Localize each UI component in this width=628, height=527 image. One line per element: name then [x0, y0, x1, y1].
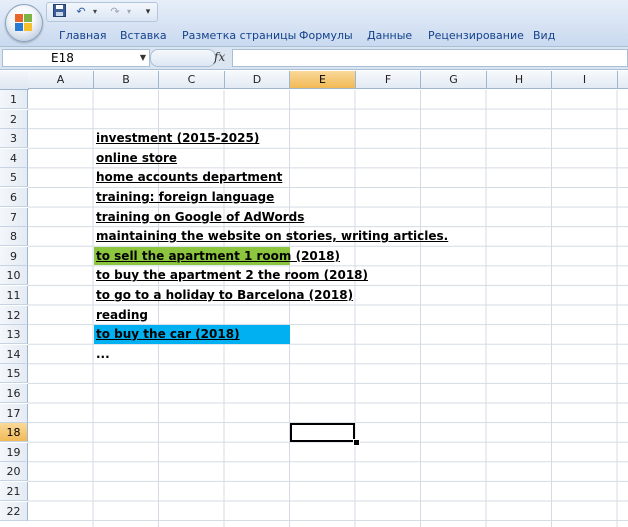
- column-header-h[interactable]: H: [487, 71, 552, 89]
- row-header[interactable]: 20: [0, 462, 28, 482]
- column-header-d[interactable]: D: [225, 71, 290, 89]
- cell-b3[interactable]: investment (2015-2025): [96, 129, 259, 148]
- row-header[interactable]: 17: [0, 403, 28, 423]
- cell-b6[interactable]: training: foreign language: [96, 188, 274, 207]
- formula-controls: fx: [148, 49, 232, 67]
- cell-b5[interactable]: home accounts department: [96, 168, 282, 187]
- row-header[interactable]: 22: [0, 501, 28, 521]
- row-header[interactable]: 1: [0, 90, 28, 109]
- row-header[interactable]: 6: [0, 188, 28, 207]
- cell-b11[interactable]: to go to a holiday to Barcelona (2018): [96, 286, 353, 305]
- cell-b13[interactable]: to buy the car (2018): [96, 325, 240, 344]
- row-header[interactable]: 5: [0, 168, 28, 188]
- tab-insert[interactable]: Вставка: [120, 27, 167, 45]
- column-header-c[interactable]: C: [159, 71, 225, 89]
- undo-dropdown-icon[interactable]: ▾: [90, 4, 100, 20]
- ribbon: ↶ ▾ ↷ ▾ ▾ Главная Вставка Разметка стран…: [0, 0, 628, 47]
- row-header[interactable]: 19: [0, 442, 28, 462]
- tab-formulas[interactable]: Формулы: [299, 27, 353, 45]
- row-header[interactable]: 15: [0, 364, 28, 384]
- formula-input[interactable]: [232, 49, 628, 67]
- cell-area[interactable]: investment (2015-2025) online store home…: [28, 90, 628, 527]
- row-header[interactable]: 4: [0, 148, 28, 168]
- redo-icon[interactable]: ↷: [107, 4, 123, 20]
- cell-b7[interactable]: training on Google of AdWords: [96, 208, 304, 227]
- row-header[interactable]: 2: [0, 109, 28, 129]
- quick-access-toolbar: ↶ ▾ ↷ ▾ ▾: [46, 2, 158, 22]
- tab-data[interactable]: Данные: [367, 27, 412, 45]
- row-header[interactable]: 16: [0, 384, 28, 403]
- row-header[interactable]: 10: [0, 266, 28, 286]
- insert-function-icon[interactable]: fx: [214, 49, 225, 65]
- row-header[interactable]: 12: [0, 305, 28, 325]
- selected-cell-e18[interactable]: [290, 423, 355, 442]
- row-header[interactable]: 18: [0, 423, 28, 443]
- tab-view[interactable]: Вид: [533, 27, 555, 45]
- undo-icon[interactable]: ↶: [73, 4, 89, 20]
- tab-page-layout[interactable]: Разметка страницы: [182, 27, 296, 45]
- worksheet-grid: A B C D E F G H I 1 2 3 4 5 6 7 8 9 10 1…: [0, 71, 628, 527]
- cell-b4[interactable]: online store: [96, 149, 177, 168]
- row-header[interactable]: 8: [0, 227, 28, 247]
- column-header-i[interactable]: I: [552, 71, 618, 89]
- ribbon-tabs: Главная Вставка Разметка страницы Формул…: [0, 27, 628, 45]
- column-header-partial: [618, 71, 628, 89]
- cell-b14[interactable]: ...: [96, 345, 110, 364]
- chevron-down-icon[interactable]: ▼: [140, 50, 146, 66]
- save-icon[interactable]: [52, 4, 66, 20]
- redo-dropdown-icon[interactable]: ▾: [124, 4, 134, 20]
- name-box[interactable]: E18 ▼: [2, 49, 150, 67]
- column-header-a[interactable]: A: [28, 71, 94, 89]
- cell-b12[interactable]: reading: [96, 306, 148, 325]
- formula-buttons-pill: [150, 49, 216, 67]
- name-box-value: E18: [51, 51, 74, 65]
- cell-b9[interactable]: to sell the apartment 1 room (2018): [96, 247, 340, 266]
- formula-bar: E18 ▼ fx: [0, 47, 628, 70]
- fill-handle[interactable]: [353, 439, 360, 446]
- row-header[interactable]: 3: [0, 129, 28, 149]
- row-header[interactable]: 7: [0, 207, 28, 227]
- column-header-g[interactable]: G: [421, 71, 487, 89]
- column-header-b[interactable]: B: [94, 71, 159, 89]
- row-header[interactable]: 14: [0, 344, 28, 364]
- select-all-corner[interactable]: [0, 71, 29, 90]
- row-header[interactable]: 9: [0, 246, 28, 266]
- cell-b10[interactable]: to buy the apartment 2 the room (2018): [96, 266, 368, 285]
- column-header-f[interactable]: F: [356, 71, 421, 89]
- column-header-e[interactable]: E: [290, 71, 356, 89]
- tab-home[interactable]: Главная: [59, 27, 107, 45]
- cell-b8[interactable]: maintaining the website on stories, writ…: [96, 227, 448, 246]
- row-header[interactable]: 13: [0, 325, 28, 345]
- column-headers: A B C D E F G H I: [0, 71, 628, 90]
- tab-review[interactable]: Рецензирование: [428, 27, 524, 45]
- row-header[interactable]: 11: [0, 286, 28, 305]
- row-header[interactable]: 21: [0, 482, 28, 501]
- customize-qat-icon[interactable]: ▾: [143, 4, 153, 20]
